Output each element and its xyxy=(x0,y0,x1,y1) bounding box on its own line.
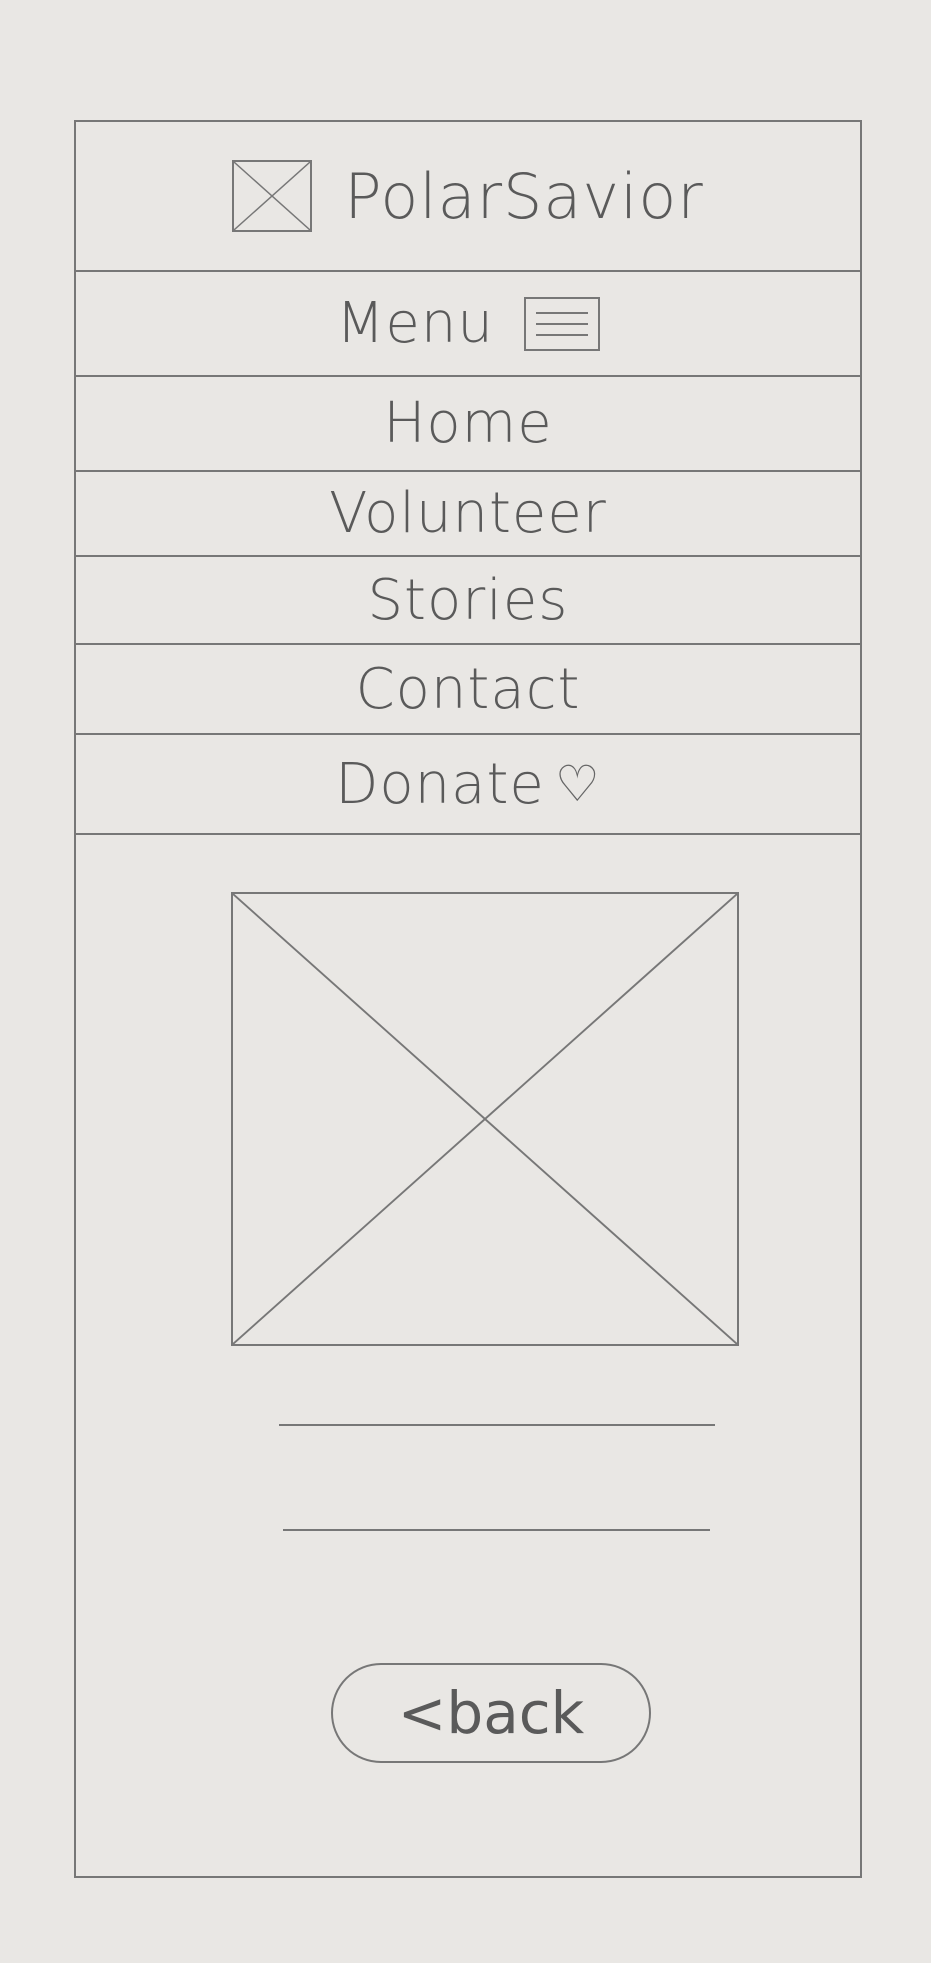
text-placeholder-line xyxy=(283,1529,710,1531)
nav-item-donate[interactable]: Donate ♡ xyxy=(76,735,860,835)
nav-item-volunteer-label: Volunteer xyxy=(329,481,607,546)
app-title: PolarSavior xyxy=(344,159,704,233)
nav-item-stories-label: Stories xyxy=(367,567,569,633)
phone-frame: PolarSavior Menu Home Volunteer Stories … xyxy=(74,120,862,1878)
menu-label: Menu xyxy=(336,291,494,356)
menu-toggle-button[interactable]: Menu xyxy=(76,272,860,377)
heart-icon: ♡ xyxy=(554,755,601,813)
nav-item-volunteer[interactable]: Volunteer xyxy=(76,472,860,557)
nav-item-stories[interactable]: Stories xyxy=(76,557,860,645)
nav-item-contact[interactable]: Contact xyxy=(76,645,860,735)
app-header: PolarSavior xyxy=(76,122,860,272)
logo-placeholder-icon xyxy=(232,160,313,232)
content-image-placeholder xyxy=(231,892,739,1346)
nav-item-contact-label: Contact xyxy=(355,656,581,722)
nav-item-home-label: Home xyxy=(383,391,553,456)
hamburger-menu-icon[interactable] xyxy=(523,296,600,351)
nav-item-donate-label: Donate xyxy=(335,751,545,817)
back-button[interactable]: <back xyxy=(331,1663,651,1763)
text-placeholder-line xyxy=(279,1424,715,1426)
nav-item-home[interactable]: Home xyxy=(76,377,860,472)
